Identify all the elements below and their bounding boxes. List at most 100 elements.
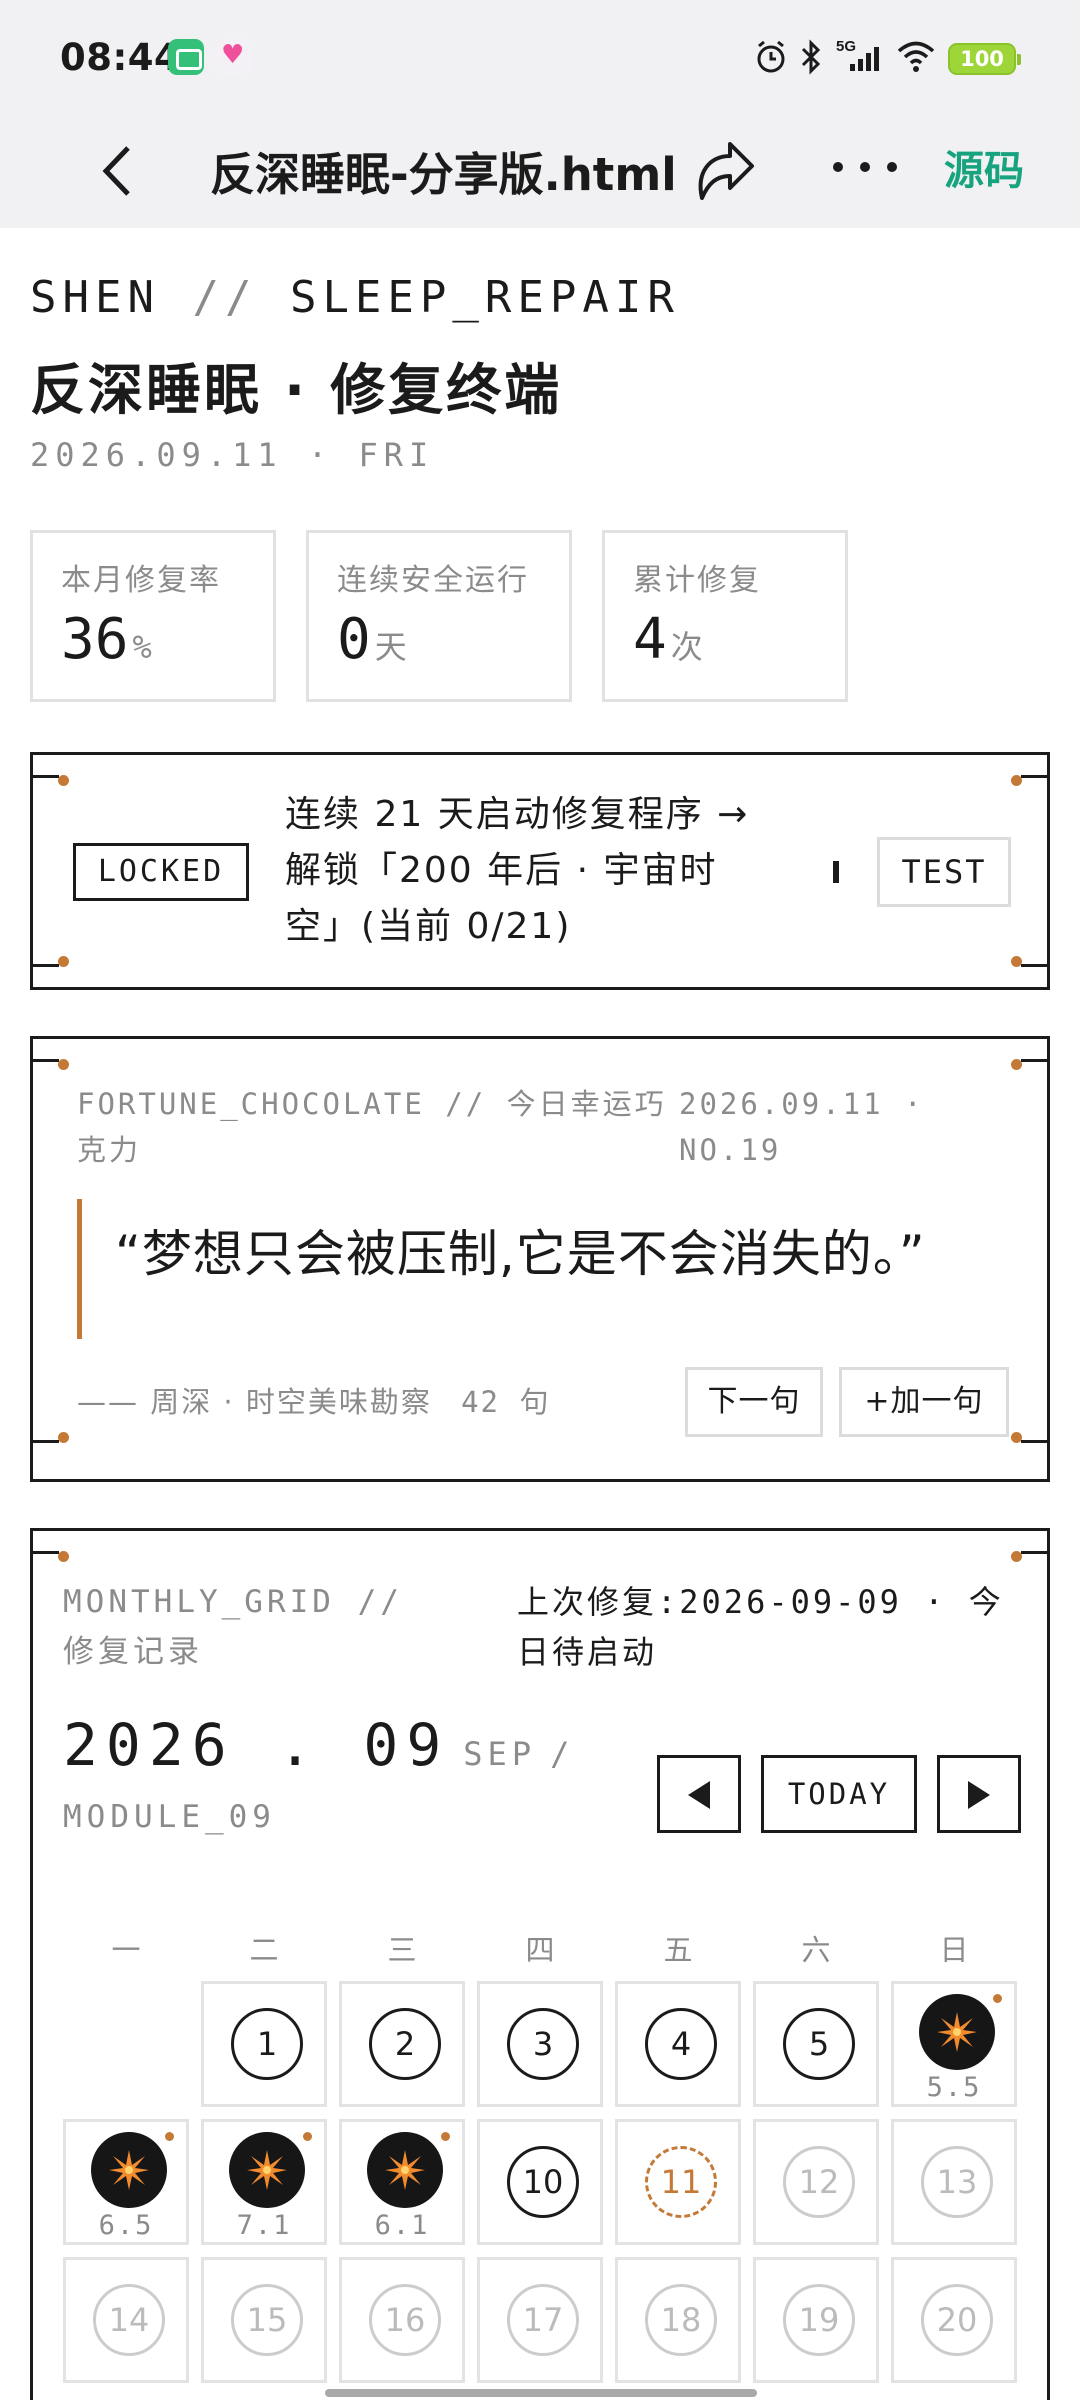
stat-number: 0	[337, 607, 371, 672]
today-day-number: 11	[645, 2146, 717, 2218]
add-quote-button[interactable]: +加一句	[839, 1367, 1009, 1437]
main-heading: 反深睡眠 · 修复终端	[30, 358, 563, 422]
month-slash: /	[550, 1735, 575, 1773]
bracket-tick	[1021, 1059, 1047, 1062]
brand-line: SHEN // SLEEP_REPAIR	[30, 272, 680, 323]
day-number: 12	[783, 2146, 855, 2218]
month-abbr: SEP	[463, 1735, 537, 1773]
battery-indicator: 100	[948, 43, 1021, 75]
bracket-tick	[33, 1059, 59, 1062]
top-bar: 08:44 ♥ 5G 100 反深睡眠-分享版.html 源码	[0, 0, 1080, 228]
day-number: 19	[783, 2284, 855, 2356]
text-cursor-mark	[833, 861, 839, 883]
arrow-right-icon	[968, 1781, 990, 1809]
corner-dot	[58, 1432, 69, 1443]
bracket-tick	[1021, 1551, 1047, 1554]
share-icon[interactable]	[688, 128, 758, 208]
quote-count: 42 句	[461, 1385, 551, 1419]
stat-value: 0天	[337, 607, 407, 672]
year-month: 2026 . 09 SEP /	[63, 1711, 574, 1779]
alarm-icon	[757, 40, 785, 73]
day-number: 18	[645, 2284, 717, 2356]
stat-label: 本月修复率	[61, 563, 221, 598]
calendar-day-cell[interactable]: 14	[63, 2257, 189, 2383]
sleep-hours: 5.5	[926, 2072, 982, 2103]
stat-value: 36%	[61, 607, 152, 672]
day-number: 10	[507, 2146, 579, 2218]
back-arrow-icon[interactable]	[92, 136, 142, 206]
corner-dot	[58, 775, 69, 786]
stat-card-safe-days: 连续安全运行 0天	[306, 530, 572, 702]
stat-card-total-repairs: 累计修复 4次	[602, 530, 848, 702]
prev-month-button[interactable]	[657, 1755, 741, 1833]
bracket-tick	[1021, 1440, 1047, 1443]
weekday-label: 三	[387, 1933, 417, 1967]
calendar-day-cell[interactable]: 1	[201, 1981, 327, 2107]
day-number: 20	[921, 2284, 993, 2356]
calendar-day-cell[interactable]: 3	[477, 1981, 603, 2107]
bracket-tick	[33, 1551, 59, 1554]
calendar-day-cell[interactable]: 7.1	[201, 2119, 327, 2245]
calendar-day-cell[interactable]: 5	[753, 1981, 879, 2107]
today-button[interactable]: TODAY	[761, 1755, 917, 1833]
page-title: 反深睡眠-分享版.html	[210, 148, 677, 201]
calendar-day-cell[interactable]: 20	[891, 2257, 1017, 2383]
wifi-icon	[897, 41, 935, 72]
monthly-grid-label: MONTHLY_GRID // 修复记录	[63, 1584, 403, 1670]
stat-unit: %	[132, 628, 152, 666]
weekday-label: 二	[249, 1933, 279, 1967]
app-notification-icon	[168, 39, 204, 75]
calendar-day-cell[interactable]: 12	[753, 2119, 879, 2245]
stat-card-repair-rate: 本月修复率 36%	[30, 530, 276, 702]
calendar-day-cell[interactable]: 19	[753, 2257, 879, 2383]
brand-left: SHEN	[30, 272, 160, 323]
bracket-tick	[33, 775, 59, 778]
weekday-label: 六	[801, 1933, 831, 1967]
calendar-day-cell[interactable]: 10	[477, 2119, 603, 2245]
calendar-day-cell[interactable]: 18	[615, 2257, 741, 2383]
stat-label: 连续安全运行	[337, 563, 529, 598]
repair-burst-icon	[367, 2132, 443, 2208]
stat-label: 累计修复	[633, 563, 761, 598]
brand-separator: //	[192, 272, 258, 323]
calendar-day-cell[interactable]: 11	[615, 2119, 741, 2245]
calendar-day-cell[interactable]: 16	[339, 2257, 465, 2383]
sleep-hours: 6.5	[98, 2210, 154, 2241]
weekday-label: 四	[525, 1933, 555, 1967]
battery-level: 100	[960, 47, 1004, 71]
signal-5g-icon: 5G	[836, 38, 879, 71]
test-button[interactable]: TEST	[877, 837, 1011, 907]
corner-dot	[58, 1059, 69, 1070]
weekday-label: 一	[111, 1933, 141, 1967]
bracket-tick	[1021, 964, 1047, 967]
repair-marker-dot	[441, 2132, 450, 2141]
next-month-button[interactable]	[937, 1755, 1021, 1833]
stat-unit: 次	[670, 628, 703, 666]
calendar-day-cell[interactable]: 4	[615, 1981, 741, 2107]
locked-tag: LOCKED	[73, 843, 249, 901]
brand-right: SLEEP_REPAIR	[289, 272, 680, 323]
status-time: 08:44	[60, 36, 181, 79]
calendar-day-cell[interactable]: 13	[891, 2119, 1017, 2245]
calendar-day-cell[interactable]: 6.1	[339, 2119, 465, 2245]
day-number: 3	[507, 2008, 579, 2080]
calendar-day-cell[interactable]: 2	[339, 1981, 465, 2107]
repair-marker-dot	[993, 1994, 1002, 2003]
health-app-icon: ♥	[215, 39, 251, 75]
arrow-left-icon	[688, 1781, 710, 1809]
repair-marker-dot	[303, 2132, 312, 2141]
sleep-hours: 6.1	[374, 2210, 430, 2241]
bluetooth-icon	[801, 39, 821, 75]
next-quote-button[interactable]: 下一句	[685, 1367, 823, 1437]
repair-burst-icon	[919, 1994, 995, 2070]
calendar-day-cell[interactable]: 5.5	[891, 1981, 1017, 2107]
source-button[interactable]: 源码	[944, 138, 1024, 196]
calendar-day-cell[interactable]: 6.5	[63, 2119, 189, 2245]
day-number: 4	[645, 2008, 717, 2080]
stat-number: 4	[633, 607, 667, 672]
calendar-day-cell[interactable]: 15	[201, 2257, 327, 2383]
more-icon[interactable]	[830, 152, 900, 182]
status-bar: 08:44 ♥ 5G 100	[0, 0, 1080, 116]
calendar-day-cell[interactable]: 17	[477, 2257, 603, 2383]
home-indicator[interactable]	[325, 2389, 757, 2397]
